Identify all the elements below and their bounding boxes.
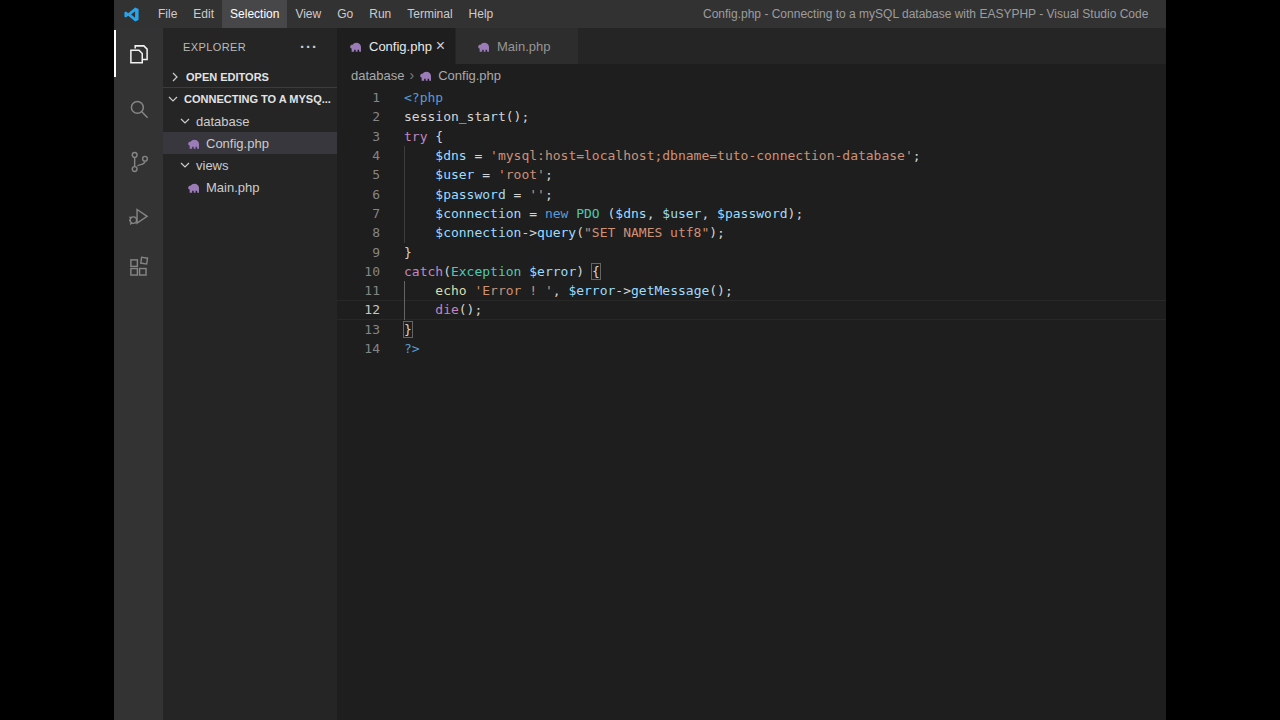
breadcrumb-file[interactable]: Config.php [438, 68, 501, 83]
php-file-icon [187, 137, 201, 150]
line-number: 4 [337, 146, 380, 165]
code-line-1[interactable]: 1<?php [337, 88, 1166, 107]
tree-item-database[interactable]: database [163, 110, 337, 132]
source-control-icon[interactable] [114, 149, 163, 175]
extensions-icon[interactable] [114, 255, 163, 281]
php-file-icon [349, 40, 363, 53]
menu-help[interactable]: Help [461, 0, 502, 28]
php-file-icon [419, 69, 433, 82]
menu-go[interactable]: Go [329, 0, 361, 28]
line-number: 7 [337, 204, 380, 223]
line-number: 11 [337, 281, 380, 300]
code-line-12[interactable]: 12 die(); [337, 300, 1166, 319]
line-number: 5 [337, 165, 380, 184]
vscode-window: FileEditSelectionViewGoRunTerminalHelp C… [114, 0, 1166, 720]
workspace-section[interactable]: CONNECTING TO A MYSQ... [163, 88, 337, 110]
line-number: 2 [337, 107, 380, 126]
tab-label: Config.php [369, 39, 432, 54]
line-number: 14 [337, 339, 380, 358]
code-line-6[interactable]: 6 $password = ''; [337, 185, 1166, 204]
tab-main-php[interactable]: Main.php [456, 28, 578, 64]
chevron-right-icon [167, 69, 183, 85]
activity-bar [114, 28, 163, 720]
line-number: 13 [337, 320, 380, 339]
tree-item-label: database [196, 114, 250, 129]
line-number: 9 [337, 243, 380, 262]
explorer-sidebar: EXPLORER ··· OPEN EDITORS CONNECTING TO … [163, 28, 337, 720]
tree-item-main-php[interactable]: Main.php [163, 176, 337, 198]
code-line-14[interactable]: 14?> [337, 339, 1166, 358]
code-line-3[interactable]: 3try { [337, 127, 1166, 146]
open-editors-label: OPEN EDITORS [186, 71, 269, 83]
search-icon[interactable] [114, 96, 163, 122]
explorer-icon[interactable] [114, 41, 163, 67]
code-line-5[interactable]: 5 $user = 'root'; [337, 165, 1166, 184]
workspace-label: CONNECTING TO A MYSQ... [184, 93, 331, 105]
chevron-down-icon [177, 113, 193, 129]
tab-config-php[interactable]: Config.php × [337, 28, 455, 64]
code-area[interactable]: 1<?php2session_start();3try {4 $dns = 'm… [337, 88, 1166, 358]
line-number: 1 [337, 88, 380, 107]
breadcrumb-folder[interactable]: database [351, 68, 405, 83]
file-tree: database Config.php views Main.php [163, 110, 337, 198]
menu-view[interactable]: View [287, 0, 329, 28]
line-number: 6 [337, 185, 380, 204]
run-debug-icon[interactable] [114, 203, 163, 229]
code-line-13[interactable]: 13} [337, 320, 1166, 339]
chevron-down-icon [165, 91, 181, 107]
code-line-8[interactable]: 8 $connection->query("SET NAMES utf8"); [337, 223, 1166, 242]
tree-item-label: views [196, 158, 229, 173]
tab-bar: Config.php × Main.php [337, 28, 1166, 64]
code-line-7[interactable]: 7 $connection = new PDO ($dns, $user, $p… [337, 204, 1166, 223]
code-line-10[interactable]: 10catch(Exception $error) { [337, 262, 1166, 281]
open-editors-section[interactable]: OPEN EDITORS [163, 66, 337, 88]
line-number: 3 [337, 127, 380, 146]
close-icon[interactable]: × [436, 38, 445, 54]
code-line-11[interactable]: 11 echo 'Error ! ', $error->getMessage()… [337, 281, 1166, 300]
tree-item-views[interactable]: views [163, 154, 337, 176]
menu-selection[interactable]: Selection [222, 0, 287, 28]
code-line-4[interactable]: 4 $dns = 'mysql:host=localhost;dbname=tu… [337, 146, 1166, 165]
menu-terminal[interactable]: Terminal [399, 0, 460, 28]
editor-area: Config.php × Main.php database › Config.p… [337, 28, 1166, 720]
line-number: 8 [337, 223, 380, 242]
menu-edit[interactable]: Edit [185, 0, 222, 28]
breadcrumb: database › Config.php [337, 64, 1166, 86]
window-title: Config.php - Connecting to a mySQL datab… [703, 0, 1148, 28]
code-line-9[interactable]: 9} [337, 243, 1166, 262]
line-number: 10 [337, 262, 380, 281]
vscode-logo-icon [123, 6, 140, 23]
code-line-2[interactable]: 2session_start(); [337, 107, 1166, 126]
tree-item-label: Main.php [206, 180, 259, 195]
menu-run[interactable]: Run [361, 0, 399, 28]
menu-file[interactable]: File [150, 0, 185, 28]
tab-label: Main.php [497, 39, 550, 54]
sidebar-more-actions-icon[interactable]: ··· [300, 38, 318, 55]
tree-item-label: Config.php [206, 136, 269, 151]
chevron-down-icon [177, 157, 193, 173]
title-bar: FileEditSelectionViewGoRunTerminalHelp C… [114, 0, 1166, 28]
line-number: 12 [337, 300, 380, 319]
sidebar-title: EXPLORER [183, 41, 246, 53]
menu-bar: FileEditSelectionViewGoRunTerminalHelp [150, 0, 501, 28]
php-file-icon [477, 40, 491, 53]
php-file-icon [187, 181, 201, 194]
breadcrumb-separator: › [410, 67, 415, 83]
tree-item-config-php[interactable]: Config.php [163, 132, 337, 154]
